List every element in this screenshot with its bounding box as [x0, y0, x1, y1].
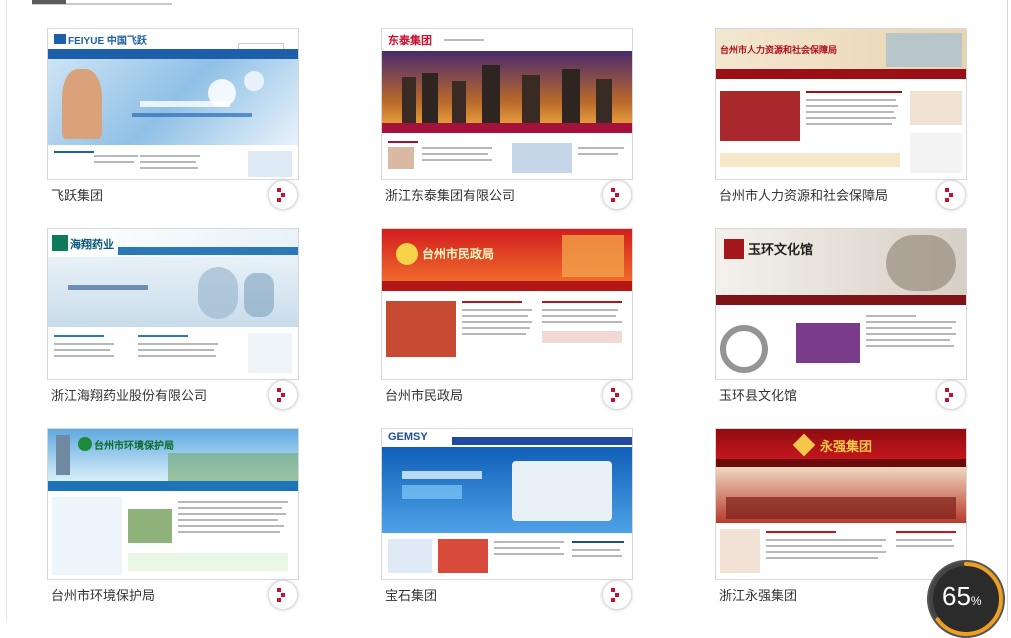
site-logo-text: 台州市环境保护局 [94, 441, 174, 452]
case-thumbnail[interactable]: 永强集团 [715, 428, 967, 580]
more-button[interactable] [602, 380, 632, 410]
arrow-right-icon [945, 188, 953, 202]
seal-icon [724, 239, 744, 259]
case-thumbnail[interactable]: 海翔药业 [47, 228, 299, 380]
case-title[interactable]: 玉环县文化馆 [719, 385, 797, 404]
case-thumbnail[interactable]: 玉环文化馆 [715, 228, 967, 380]
progress-unit: % [970, 594, 982, 608]
yongqiang-logo-icon [792, 433, 816, 457]
more-button[interactable] [602, 580, 632, 610]
case-thumbnail[interactable]: 台州市人力资源和社会保障局 [715, 28, 967, 180]
more-button[interactable] [936, 380, 966, 410]
case-card-feiyue[interactable]: FEIYUE 中国飞跃 飞跃集团 [47, 28, 301, 212]
arrow-right-icon [277, 188, 285, 202]
case-thumbnail[interactable]: 东泰集团 [381, 28, 633, 180]
emblem-icon [78, 437, 92, 451]
case-title[interactable]: 宝石集团 [385, 585, 437, 604]
feiyue-logo-icon [54, 34, 66, 44]
progress-readout: 65% [942, 581, 982, 612]
case-title[interactable]: 浙江东泰集团有限公司 [385, 185, 515, 204]
site-logo-text: 台州市人力资源和社会保障局 [720, 46, 838, 56]
arrow-right-icon [611, 588, 619, 602]
case-card-haixiang[interactable]: 海翔药业 浙江海翔药业股份有限公司 [47, 228, 301, 412]
more-button[interactable] [268, 380, 298, 410]
site-logo-text: 海翔药业 [70, 238, 114, 251]
site-logo-text: FEIYUE 中国飞跃 [68, 36, 147, 47]
case-title[interactable]: 台州市民政局 [385, 385, 463, 404]
case-card-dongtai[interactable]: 东泰集团 浙江东泰集团有限公司 [381, 28, 635, 212]
case-card-gemsy[interactable]: GEMSY 宝石集团 [381, 428, 635, 612]
case-thumbnail[interactable]: 台州市民政局 [381, 228, 633, 380]
site-logo-text: GEMSY [388, 431, 428, 443]
banner-image [382, 447, 632, 533]
site-logo-text: 台州市民政局 [422, 247, 495, 261]
banner-image [382, 51, 632, 123]
site-logo-text: 东泰集团 [388, 34, 432, 47]
banner-image [716, 467, 966, 523]
arrow-right-icon [611, 388, 619, 402]
progress-gauge[interactable]: 65% [927, 560, 1005, 638]
arrow-right-icon [945, 388, 953, 402]
arrow-right-icon [611, 188, 619, 202]
site-logo-text: 永强集团 [820, 440, 873, 455]
banner-image [48, 59, 298, 145]
banner-image [48, 257, 298, 327]
case-card-civil-affairs[interactable]: 台州市民政局 台州市民政局 [381, 228, 635, 412]
left-divider [6, 0, 7, 621]
emblem-icon [396, 243, 418, 265]
arrow-right-icon [277, 388, 285, 402]
case-thumbnail[interactable]: GEMSY [381, 428, 633, 580]
haixiang-logo-icon [52, 235, 68, 251]
more-button[interactable] [936, 180, 966, 210]
right-divider [1007, 0, 1008, 621]
top-header-strip [0, 0, 1011, 8]
case-card-hr-bureau[interactable]: 台州市人力资源和社会保障局 台州市人力资源和社会保障局 [715, 28, 969, 212]
more-button[interactable] [268, 180, 298, 210]
more-button[interactable] [602, 180, 632, 210]
case-title[interactable]: 台州市人力资源和社会保障局 [719, 185, 888, 204]
case-card-yuhuan-culture[interactable]: 玉环文化馆 玉环县文化馆 [715, 228, 969, 412]
case-title[interactable]: 浙江海翔药业股份有限公司 [51, 385, 207, 404]
progress-value: 65 [942, 581, 971, 611]
more-button[interactable] [268, 580, 298, 610]
site-logo-text: 玉环文化馆 [748, 243, 814, 258]
case-card-environment[interactable]: 台州市环境保护局 台州市环境保护局 [47, 428, 301, 612]
case-title[interactable]: 台州市环境保护局 [51, 585, 155, 604]
case-title[interactable]: 浙江永强集团 [719, 585, 797, 604]
case-title[interactable]: 飞跃集团 [51, 185, 103, 204]
header-marker [32, 0, 66, 4]
case-thumbnail[interactable]: FEIYUE 中国飞跃 [47, 28, 299, 180]
arrow-right-icon [277, 588, 285, 602]
case-thumbnail[interactable]: 台州市环境保护局 [47, 428, 299, 580]
